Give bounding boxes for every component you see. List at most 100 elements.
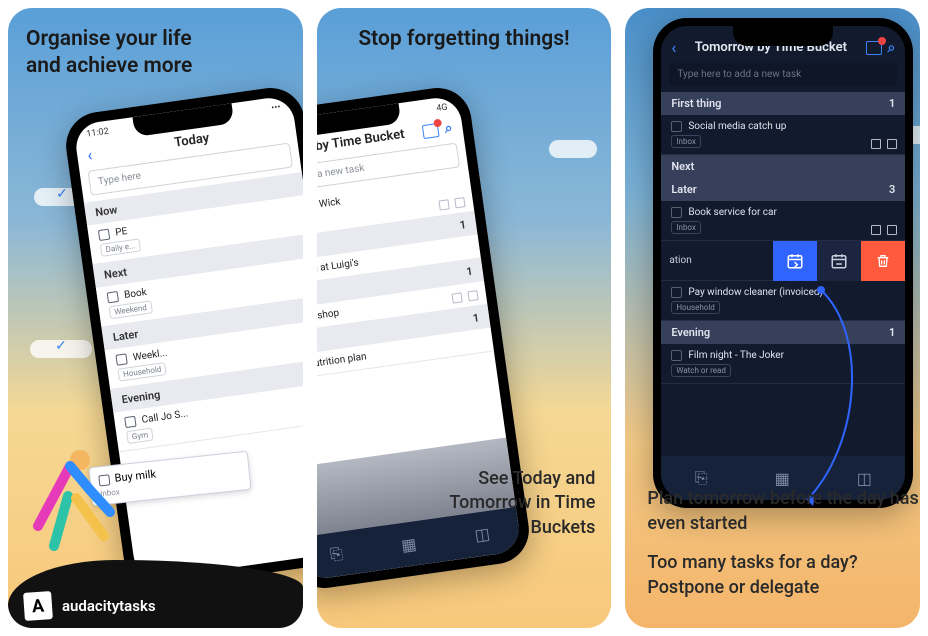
brand-name: audacitytasks xyxy=(62,597,156,615)
badge-dot xyxy=(878,37,886,45)
task-title: Social media catch up xyxy=(688,121,786,132)
heading-stop-forgetting: Stop forgetting things! xyxy=(317,26,612,53)
task-label: Household xyxy=(117,362,167,382)
checkbox-icon[interactable] xyxy=(107,291,119,303)
search-icon[interactable]: ⌕ xyxy=(888,40,896,56)
bucket-header-evening[interactable]: Evening 1 xyxy=(661,321,905,344)
bucket-name: Now xyxy=(95,203,119,219)
task-title: r Nutrition plan xyxy=(317,351,367,371)
task-title-partial: ation xyxy=(661,241,729,281)
task-actions xyxy=(451,290,478,304)
caption-postpone: Too many tasks for a day? Postpone or de… xyxy=(647,551,857,600)
folder-icon[interactable] xyxy=(866,41,882,55)
checkbox-icon[interactable] xyxy=(671,207,682,218)
bucket-name: Next xyxy=(103,266,128,282)
cloud-icon xyxy=(549,140,597,158)
action-icon[interactable] xyxy=(887,225,897,235)
task-title: food shop xyxy=(317,308,340,325)
delete-button[interactable] xyxy=(861,241,905,281)
task-actions xyxy=(871,139,897,149)
action-icon[interactable] xyxy=(438,199,449,210)
reschedule-button[interactable] xyxy=(817,241,861,281)
check-icon: ✓ xyxy=(56,186,68,202)
promo-card-3: ‹ Tomorrow by Time Bucket ⌕ Type here to… xyxy=(625,8,920,628)
bucket-name: Later xyxy=(112,328,139,344)
check-icon: ✓ xyxy=(55,338,67,354)
action-icon[interactable] xyxy=(871,139,881,149)
phone-notch xyxy=(733,26,833,46)
tab-icon[interactable]: ▦ xyxy=(400,534,418,555)
swipe-actions-row[interactable]: ation xyxy=(661,241,905,281)
task-title: Book xyxy=(123,287,147,301)
task-item[interactable]: Book service for car Inbox xyxy=(661,201,905,241)
checkbox-icon[interactable] xyxy=(124,416,136,428)
caption-plan-tomorrow: Plan tomorrow before the day has even st… xyxy=(647,487,920,536)
task-title: PE xyxy=(115,226,128,239)
bucket-count: 1 xyxy=(889,97,895,110)
task-actions xyxy=(871,225,897,235)
bucket-name: Next xyxy=(671,160,694,173)
checkbox-icon[interactable] xyxy=(115,353,127,365)
tab-icon[interactable]: ◫ xyxy=(857,469,872,488)
bucket-header-next[interactable]: Next xyxy=(661,155,905,178)
task-label: Watch or read xyxy=(671,364,731,377)
bucket-count: 1 xyxy=(459,218,467,232)
task-title: Pay window cleaner (invoiced) xyxy=(688,287,823,298)
cloud-icon: ✓ xyxy=(30,340,92,358)
bucket-count: 1 xyxy=(465,265,473,279)
action-icon[interactable] xyxy=(451,292,462,303)
task-title: Book service for car xyxy=(688,207,777,218)
folder-icon[interactable] xyxy=(422,123,440,139)
task-label: Household xyxy=(671,301,719,314)
task-item[interactable]: Pay window cleaner (invoiced) Household xyxy=(661,281,905,321)
task-item[interactable]: Film night - The Joker Watch or read xyxy=(661,344,905,384)
bucket-count: 1 xyxy=(889,326,895,339)
task-title: Weekl... xyxy=(132,348,168,364)
bucket-name: Evening xyxy=(671,326,710,339)
task-label: Inbox xyxy=(671,135,701,148)
back-icon[interactable]: ‹ xyxy=(671,38,676,57)
bucket-name: First thing xyxy=(671,97,721,110)
task-title: with Joe Wick xyxy=(317,196,341,215)
bucket-name: Evening xyxy=(121,388,161,406)
runner-graphic xyxy=(14,436,124,576)
heading-organise: Organise your life and achieve more xyxy=(26,26,192,81)
tab-icon[interactable]: ⎘ xyxy=(328,543,343,565)
promo-card-1: Organise your life and achieve more ✓ ✓ … xyxy=(8,8,303,628)
task-label: Inbox xyxy=(671,221,701,234)
tab-icon[interactable]: ▦ xyxy=(775,469,790,488)
task-title: a table at Luigi's xyxy=(317,257,359,278)
checkbox-icon[interactable] xyxy=(98,229,110,241)
bucket-count: 1 xyxy=(472,311,480,325)
checkbox-icon[interactable] xyxy=(671,287,682,298)
badge-dot xyxy=(433,118,442,127)
search-icon[interactable]: ⌕ xyxy=(443,120,453,137)
bucket-count: 3 xyxy=(889,183,895,196)
bucket-name: Later xyxy=(671,183,696,196)
back-icon[interactable]: ‹ xyxy=(86,145,94,165)
postpone-button[interactable] xyxy=(773,241,817,281)
checkbox-icon[interactable] xyxy=(671,121,682,132)
tab-icon[interactable]: ⎘ xyxy=(695,468,708,488)
action-icon[interactable] xyxy=(871,225,881,235)
status-time: 11:02 xyxy=(86,127,110,140)
phone-mockup: ‹ Tomorrow by Time Bucket ⌕ Type here to… xyxy=(653,18,913,508)
action-icon[interactable] xyxy=(467,290,478,301)
bucket-header-first[interactable]: First thing 1 xyxy=(661,92,905,115)
brand-logo-icon: A xyxy=(23,591,53,621)
promo-card-2: Stop forgetting things! 11:02 4G ‹ Today… xyxy=(317,8,612,628)
action-icon[interactable] xyxy=(887,139,897,149)
task-label: Daily e... xyxy=(100,238,141,256)
checkbox-icon[interactable] xyxy=(671,350,682,361)
task-actions xyxy=(438,197,465,211)
add-task-input[interactable]: Type here to add a new task xyxy=(669,63,897,86)
task-label: Weekend xyxy=(109,300,153,319)
task-title: Film night - The Joker xyxy=(688,350,784,361)
status-signal: 4G xyxy=(435,103,447,114)
bucket-header-later[interactable]: Later 3 xyxy=(661,178,905,201)
action-icon[interactable] xyxy=(454,197,465,208)
caption-time-buckets: See Today and Tomorrow in Time Buckets xyxy=(445,467,595,540)
status-signal: ••• xyxy=(271,103,281,114)
brand-badge: A audacitytasks xyxy=(24,592,156,620)
task-item[interactable]: Social media catch up Inbox xyxy=(661,115,905,155)
